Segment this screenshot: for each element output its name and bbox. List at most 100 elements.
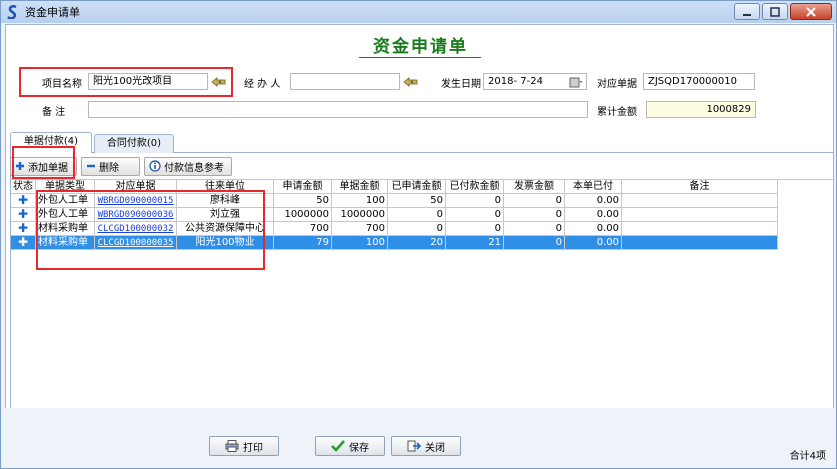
- row-this-paid: 0.00: [565, 194, 622, 208]
- close-button[interactable]: 关闭: [391, 436, 461, 456]
- form-content: 资金申请单 项目名称 阳光100光改项目 经 办 人 发生日期 2018- 7-…: [5, 24, 834, 466]
- row-status-cell[interactable]: ✚: [11, 236, 36, 250]
- col-header-counterparty[interactable]: 往来单位: [177, 180, 274, 194]
- row-this-paid: 0.00: [565, 236, 622, 250]
- row-doc-number-link[interactable]: CLCGD100000032: [95, 222, 177, 236]
- printer-icon: [225, 440, 239, 452]
- row-remark: [622, 208, 778, 222]
- table-row[interactable]: ✚ 材料采购单 CLCGD100000035 阳光100物业 79 100 20 21 0 0.0…: [11, 236, 778, 250]
- doc-number-link[interactable]: CLCGD100000035: [98, 238, 174, 248]
- maximize-icon: [770, 6, 780, 17]
- grid-toolbar: 添加单据 删除 付款信息参考: [10, 154, 232, 178]
- row-apply-amount: 1000000: [274, 208, 332, 222]
- col-header-applied-amount[interactable]: 已申请金额: [388, 180, 446, 194]
- col-header-remark[interactable]: 备注: [622, 180, 778, 194]
- add-document-label: 添加单据: [28, 162, 68, 174]
- handler-label: 经 办 人: [244, 79, 281, 90]
- add-document-button[interactable]: 添加单据: [10, 156, 77, 176]
- col-header-invoice-amount[interactable]: 发票金额: [504, 180, 565, 194]
- doc-number-link[interactable]: CLCGD100000032: [98, 224, 174, 234]
- row-apply-amount: 700: [274, 222, 332, 236]
- title-bar[interactable]: 资金申请单: [1, 1, 836, 23]
- payment-info-label: 付款信息参考: [164, 162, 224, 174]
- save-button[interactable]: 保存: [315, 436, 385, 456]
- row-remark: [622, 236, 778, 250]
- project-name-input[interactable]: 阳光100光改项目: [88, 73, 208, 90]
- handler-picker-icon[interactable]: [403, 76, 419, 88]
- row-status-cell[interactable]: ✚: [11, 222, 36, 236]
- row-counterparty: 阳光100物业: [177, 236, 274, 250]
- delete-button[interactable]: 删除: [81, 156, 140, 176]
- form-title: 资金申请单: [373, 37, 468, 57]
- row-applied-amount: 20: [388, 236, 446, 250]
- close-label: 关闭: [425, 442, 445, 454]
- doc-number-link[interactable]: WBRGD090000015: [98, 196, 174, 206]
- remark-label: 备 注: [42, 107, 66, 118]
- close-icon: [806, 6, 816, 17]
- print-button[interactable]: 打印: [209, 436, 279, 456]
- col-header-status[interactable]: 状态: [11, 180, 36, 194]
- col-header-doc-type[interactable]: 单据类型: [36, 180, 95, 194]
- info-icon: [149, 160, 161, 172]
- row-paid-amount: 0: [446, 208, 504, 222]
- total-amount-value: 1000829: [646, 101, 756, 118]
- col-header-doc-number[interactable]: 对应单据: [95, 180, 177, 194]
- row-remark: [622, 222, 778, 236]
- table-row[interactable]: ✚ 外包人工单 WBRGD090000015 廖科峰 50 100 50 0 0 0.00: [11, 194, 778, 208]
- row-doc-type: 材料采购单: [36, 222, 95, 236]
- maximize-button[interactable]: [762, 3, 788, 20]
- document-grid: 状态 单据类型 对应单据 往来单位 申请金额 单据金额 已申请金额 已付款金额 …: [11, 179, 833, 430]
- expand-plus-icon[interactable]: ✚: [13, 208, 33, 220]
- row-status-cell[interactable]: ✚: [11, 194, 36, 208]
- form-title-underline: [359, 57, 481, 58]
- row-counterparty: 公共资源保障中心: [177, 222, 274, 236]
- window-title: 资金申请单: [25, 6, 80, 19]
- col-header-doc-amount[interactable]: 单据金额: [332, 180, 388, 194]
- col-header-this-paid[interactable]: 本单已付: [565, 180, 622, 194]
- exit-door-icon: [407, 440, 421, 452]
- expand-plus-icon[interactable]: ✚: [13, 236, 33, 248]
- tab-document-payment[interactable]: 单据付款(4): [10, 132, 92, 154]
- row-counterparty: 廖科峰: [177, 194, 274, 208]
- row-paid-amount: 0: [446, 222, 504, 236]
- expand-plus-icon[interactable]: ✚: [13, 222, 33, 234]
- calendar-icon[interactable]: [568, 74, 584, 89]
- row-doc-number-link[interactable]: WBRGD090000015: [95, 194, 177, 208]
- row-apply-amount: 79: [274, 236, 332, 250]
- minimize-button[interactable]: [734, 3, 760, 20]
- grid-header-row: 状态 单据类型 对应单据 往来单位 申请金额 单据金额 已申请金额 已付款金额 …: [11, 180, 778, 194]
- minimize-icon: [743, 13, 751, 16]
- row-doc-type: 外包人工单: [36, 208, 95, 222]
- table-row[interactable]: ✚ 外包人工单 WBRGD090000036 刘立强 1000000 1000000 0 0 0…: [11, 208, 778, 222]
- project-picker-icon[interactable]: [211, 76, 227, 88]
- row-doc-amount: 1000000: [332, 208, 388, 222]
- row-doc-number-link[interactable]: CLCGD100000035: [95, 236, 177, 250]
- remark-input[interactable]: [88, 101, 588, 118]
- row-counterparty: 刘立强: [177, 208, 274, 222]
- save-label: 保存: [349, 442, 369, 454]
- row-invoice-amount: 0: [504, 208, 565, 222]
- row-doc-amount: 700: [332, 222, 388, 236]
- row-doc-number-link[interactable]: WBRGD090000036: [95, 208, 177, 222]
- payment-info-button[interactable]: 付款信息参考: [144, 156, 232, 176]
- date-label: 发生日期: [441, 79, 481, 90]
- tab-contract-payment[interactable]: 合同付款(0): [94, 134, 174, 153]
- row-status-cell[interactable]: ✚: [11, 208, 36, 222]
- row-invoice-amount: 0: [504, 222, 565, 236]
- checkmark-icon: [331, 440, 345, 452]
- expand-plus-icon[interactable]: ✚: [13, 194, 33, 206]
- col-header-paid-amount[interactable]: 已付款金额: [446, 180, 504, 194]
- close-window-button[interactable]: [790, 3, 832, 20]
- row-doc-type: 材料采购单: [36, 236, 95, 250]
- bottom-bar: 打印 保存 关闭 合计4项: [5, 408, 834, 466]
- total-amount-label: 累计金额: [597, 107, 637, 118]
- project-name-label: 项目名称: [42, 79, 82, 90]
- table-row[interactable]: ✚ 材料采购单 CLCGD100000032 公共资源保障中心 700 700 0 0 0 0.0…: [11, 222, 778, 236]
- col-header-apply-amount[interactable]: 申请金额: [274, 180, 332, 194]
- row-doc-amount: 100: [332, 236, 388, 250]
- row-this-paid: 0.00: [565, 222, 622, 236]
- total-count: 合计4项: [789, 451, 826, 462]
- doc-number-link[interactable]: WBRGD090000036: [98, 210, 174, 220]
- handler-input[interactable]: [290, 73, 400, 90]
- minus-icon: [87, 164, 95, 168]
